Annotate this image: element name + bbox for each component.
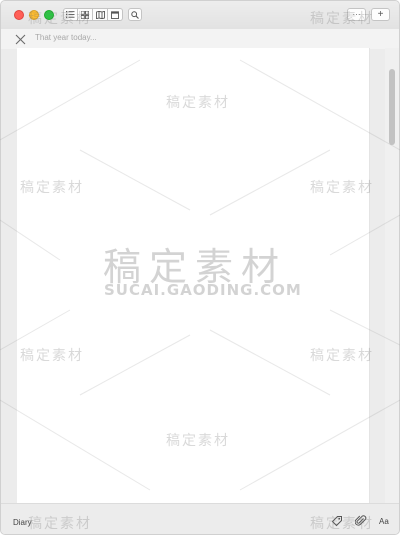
watermark-text: 稿定素材 xyxy=(310,516,374,532)
close-window-button[interactable] xyxy=(14,10,24,20)
search-button[interactable] xyxy=(128,8,142,21)
calendar-icon xyxy=(111,10,119,19)
watermark-text: 稿定素材 xyxy=(20,180,84,196)
search-icon xyxy=(131,10,139,19)
watermark-text: 稿定素材 xyxy=(310,180,374,196)
watermark-text: 稿定素材 xyxy=(166,95,230,111)
entry-title-input[interactable]: That year today... xyxy=(35,33,97,42)
watermark-text: 稿定素材 xyxy=(28,516,92,532)
watermark-url: SUCAI.GAODING.COM xyxy=(104,281,302,299)
map-view-button[interactable] xyxy=(93,8,108,21)
font-format-button[interactable]: Aa xyxy=(379,517,389,526)
watermark-text: 稿定素材 xyxy=(28,11,92,27)
map-icon xyxy=(95,10,105,19)
editor-header: That year today... xyxy=(1,29,399,49)
watermark-text: 稿定素材 xyxy=(310,348,374,364)
watermark-text: 稿定素材 xyxy=(310,11,374,27)
watermark-text: 稿定素材 xyxy=(20,348,84,364)
calendar-view-button[interactable] xyxy=(108,8,123,21)
scrollbar-thumb[interactable] xyxy=(389,69,395,145)
add-label: + xyxy=(377,9,384,20)
close-icon[interactable] xyxy=(15,34,26,45)
watermark-text: 稿定素材 xyxy=(166,433,230,449)
